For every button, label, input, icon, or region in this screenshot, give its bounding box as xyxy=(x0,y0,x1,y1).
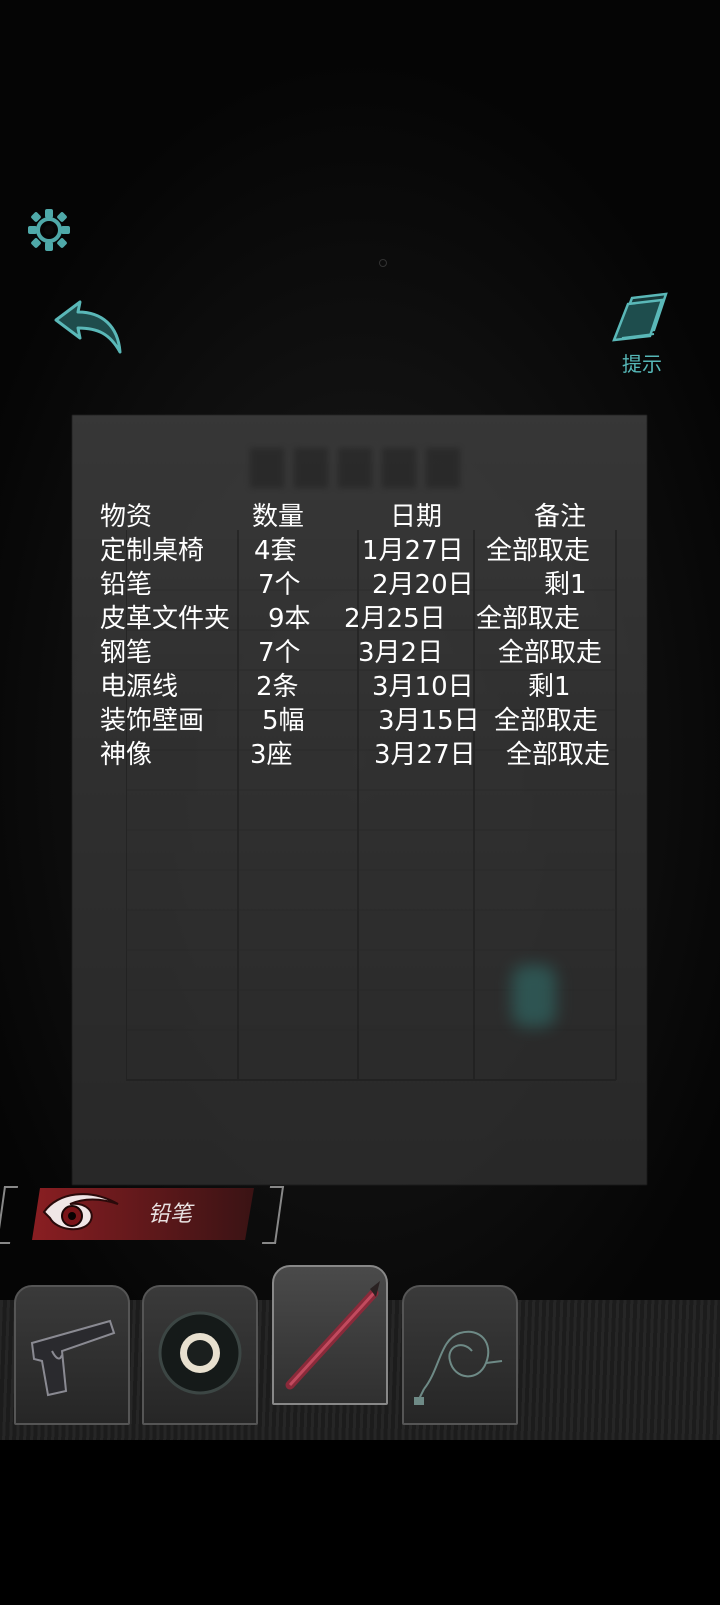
cell-item: 皮革文件夹 xyxy=(100,604,231,634)
cell-note: 全部取走 xyxy=(498,638,603,668)
ledger-row: 装饰壁画 5幅 3月15日 全部取走 xyxy=(100,704,660,738)
cell-date: 1月27日 xyxy=(362,536,464,566)
cell-note: 剩1 xyxy=(528,672,571,702)
cell-quantity: 3座 xyxy=(250,740,293,770)
cell-date: 3月27日 xyxy=(374,740,476,770)
ledger-row: 铅笔 7个 2月20日 剩1 xyxy=(100,568,660,602)
cell-date: 3月10日 xyxy=(372,672,474,702)
back-arrow-icon[interactable] xyxy=(50,298,126,358)
cell-note: 剩1 xyxy=(544,570,587,600)
cell-note: 全部取走 xyxy=(476,604,581,634)
cell-item: 神像 xyxy=(100,740,153,770)
selected-item-banner: 铅笔 xyxy=(0,1182,290,1246)
pistol-icon xyxy=(30,1319,116,1397)
cell-quantity: 9本 xyxy=(268,604,311,634)
gear-icon[interactable] xyxy=(24,205,74,255)
tape-roll-icon xyxy=(158,1311,242,1395)
game-screen: 提示 物资 数量 日期 备注 定制桌椅 4套 1月27日 全部取走 铅笔 7个 … xyxy=(0,0,720,1605)
camera-cutout xyxy=(379,259,387,267)
header-item: 物资 xyxy=(100,502,153,532)
ledger-row: 定制桌椅 4套 1月27日 全部取走 xyxy=(100,534,660,568)
ledger-row: 皮革文件夹 9本 2月25日 全部取走 xyxy=(100,602,660,636)
inventory-slot-pencil[interactable] xyxy=(272,1265,388,1405)
banner-bracket-left xyxy=(0,1186,19,1244)
ledger-header-row: 物资 数量 日期 备注 xyxy=(100,500,660,534)
header-quantity: 数量 xyxy=(252,502,305,532)
header-date: 日期 xyxy=(390,502,443,532)
cell-date: 2月25日 xyxy=(344,604,446,634)
cell-item: 电源线 xyxy=(100,672,179,702)
ledger-row: 神像 3座 3月27日 全部取走 xyxy=(100,738,660,772)
cell-quantity: 7个 xyxy=(258,638,301,668)
paper-smudge xyxy=(512,965,556,1027)
inventory-slot-pistol[interactable] xyxy=(14,1285,130,1425)
power-cable-icon xyxy=(414,1330,503,1405)
hint-label: 提示 xyxy=(622,352,662,376)
cell-date: 3月15日 xyxy=(378,706,480,736)
book-icon xyxy=(612,292,668,342)
hint-button[interactable]: 提示 xyxy=(610,290,674,376)
cell-item: 定制桌椅 xyxy=(100,536,205,566)
cell-date: 2月20日 xyxy=(372,570,474,600)
cell-note: 全部取走 xyxy=(486,536,591,566)
inventory-slot-tape[interactable] xyxy=(142,1285,258,1425)
selected-item-label: 铅笔 xyxy=(148,1202,193,1227)
cell-quantity: 7个 xyxy=(258,570,301,600)
cell-item: 钢笔 xyxy=(100,638,153,668)
ledger-table: 物资 数量 日期 备注 定制桌椅 4套 1月27日 全部取走 铅笔 7个 2月2… xyxy=(100,500,660,772)
cell-note: 全部取走 xyxy=(494,706,599,736)
pencil-icon xyxy=(285,1281,380,1390)
banner-bracket-right xyxy=(261,1186,285,1244)
cell-item: 铅笔 xyxy=(100,570,153,600)
cell-item: 装饰壁画 xyxy=(100,706,205,736)
paper-blurred-title xyxy=(250,448,460,488)
cell-quantity: 2条 xyxy=(256,672,299,702)
inventory-slot-cable[interactable] xyxy=(402,1285,518,1425)
bottom-safe-area xyxy=(0,1440,720,1605)
cell-note: 全部取走 xyxy=(506,740,611,770)
cell-date: 3月2日 xyxy=(358,638,444,668)
eye-emblem-icon xyxy=(42,1193,119,1231)
ledger-row: 电源线 2条 3月10日 剩1 xyxy=(100,670,660,704)
header-note: 备注 xyxy=(534,502,587,532)
cell-quantity: 4套 xyxy=(254,536,297,566)
ledger-row: 钢笔 7个 3月2日 全部取走 xyxy=(100,636,660,670)
cell-quantity: 5幅 xyxy=(262,706,305,736)
